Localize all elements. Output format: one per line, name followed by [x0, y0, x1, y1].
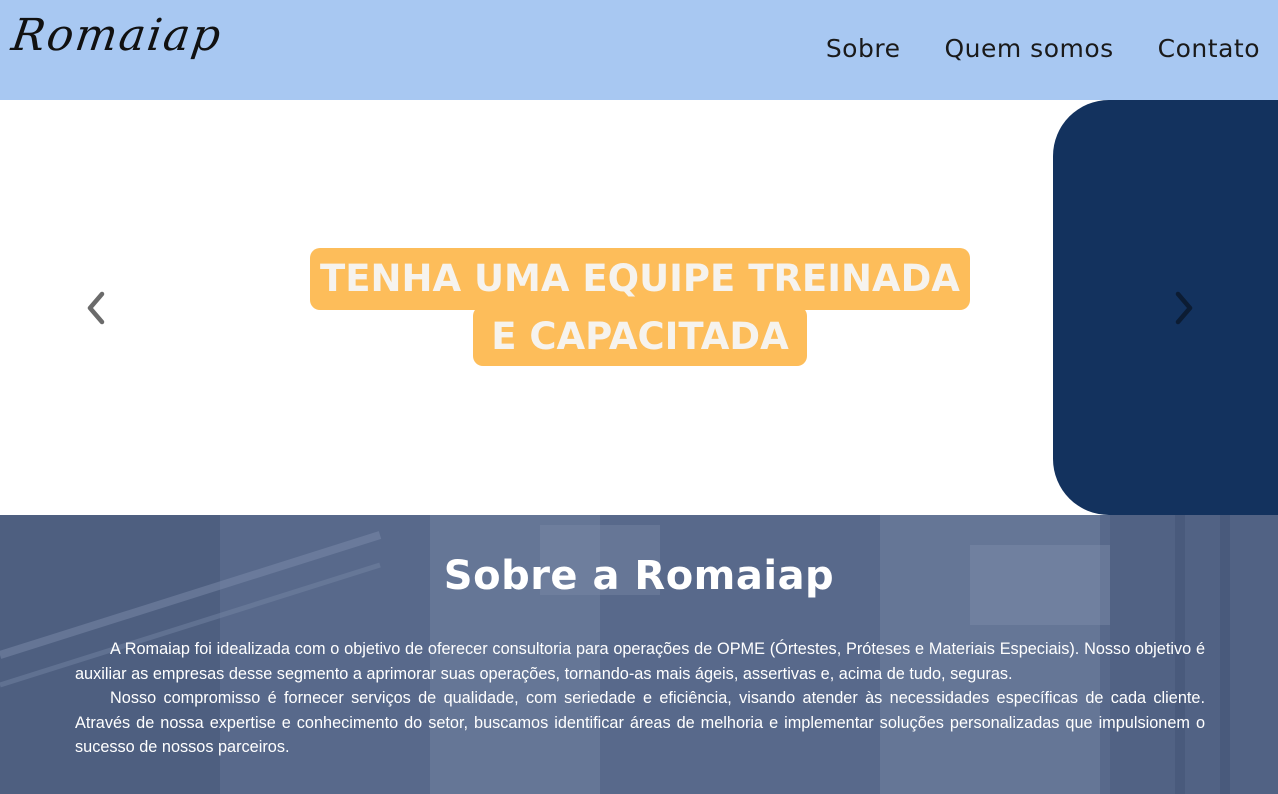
carousel-prev-button[interactable]	[80, 288, 114, 328]
about-title: Sobre a Romaiap	[443, 553, 835, 599]
site-logo[interactable]: Romaiap	[8, 10, 225, 61]
nav-link-sobre[interactable]: Sobre	[826, 34, 901, 63]
slide-headline-line-1: TENHA UMA EQUIPE TREINADA	[310, 248, 970, 310]
hero-carousel: TENHA UMA EQUIPE TREINADA E CAPACITADA	[0, 100, 1278, 515]
nav-link-contato[interactable]: Contato	[1158, 34, 1260, 63]
chevron-right-icon	[1175, 291, 1193, 325]
about-section: Sobre a Romaiap A Romaiap foi idealizada…	[0, 515, 1278, 794]
site-header: Romaiap Sobre Quem somos Contato	[0, 0, 1278, 100]
nav-link-quem-somos[interactable]: Quem somos	[944, 34, 1113, 63]
about-body: A Romaiap foi idealizada com o objetivo …	[75, 637, 1205, 760]
slide-headline-line-2: E CAPACITADA	[473, 306, 807, 366]
carousel-next-button[interactable]	[1166, 288, 1200, 328]
about-paragraph-1: A Romaiap foi idealizada com o objetivo …	[75, 640, 1205, 683]
main-nav: Sobre Quem somos Contato	[826, 34, 1260, 63]
chevron-left-icon	[87, 291, 105, 325]
about-paragraph-2: Nosso compromisso é fornecer serviços de…	[75, 689, 1205, 756]
